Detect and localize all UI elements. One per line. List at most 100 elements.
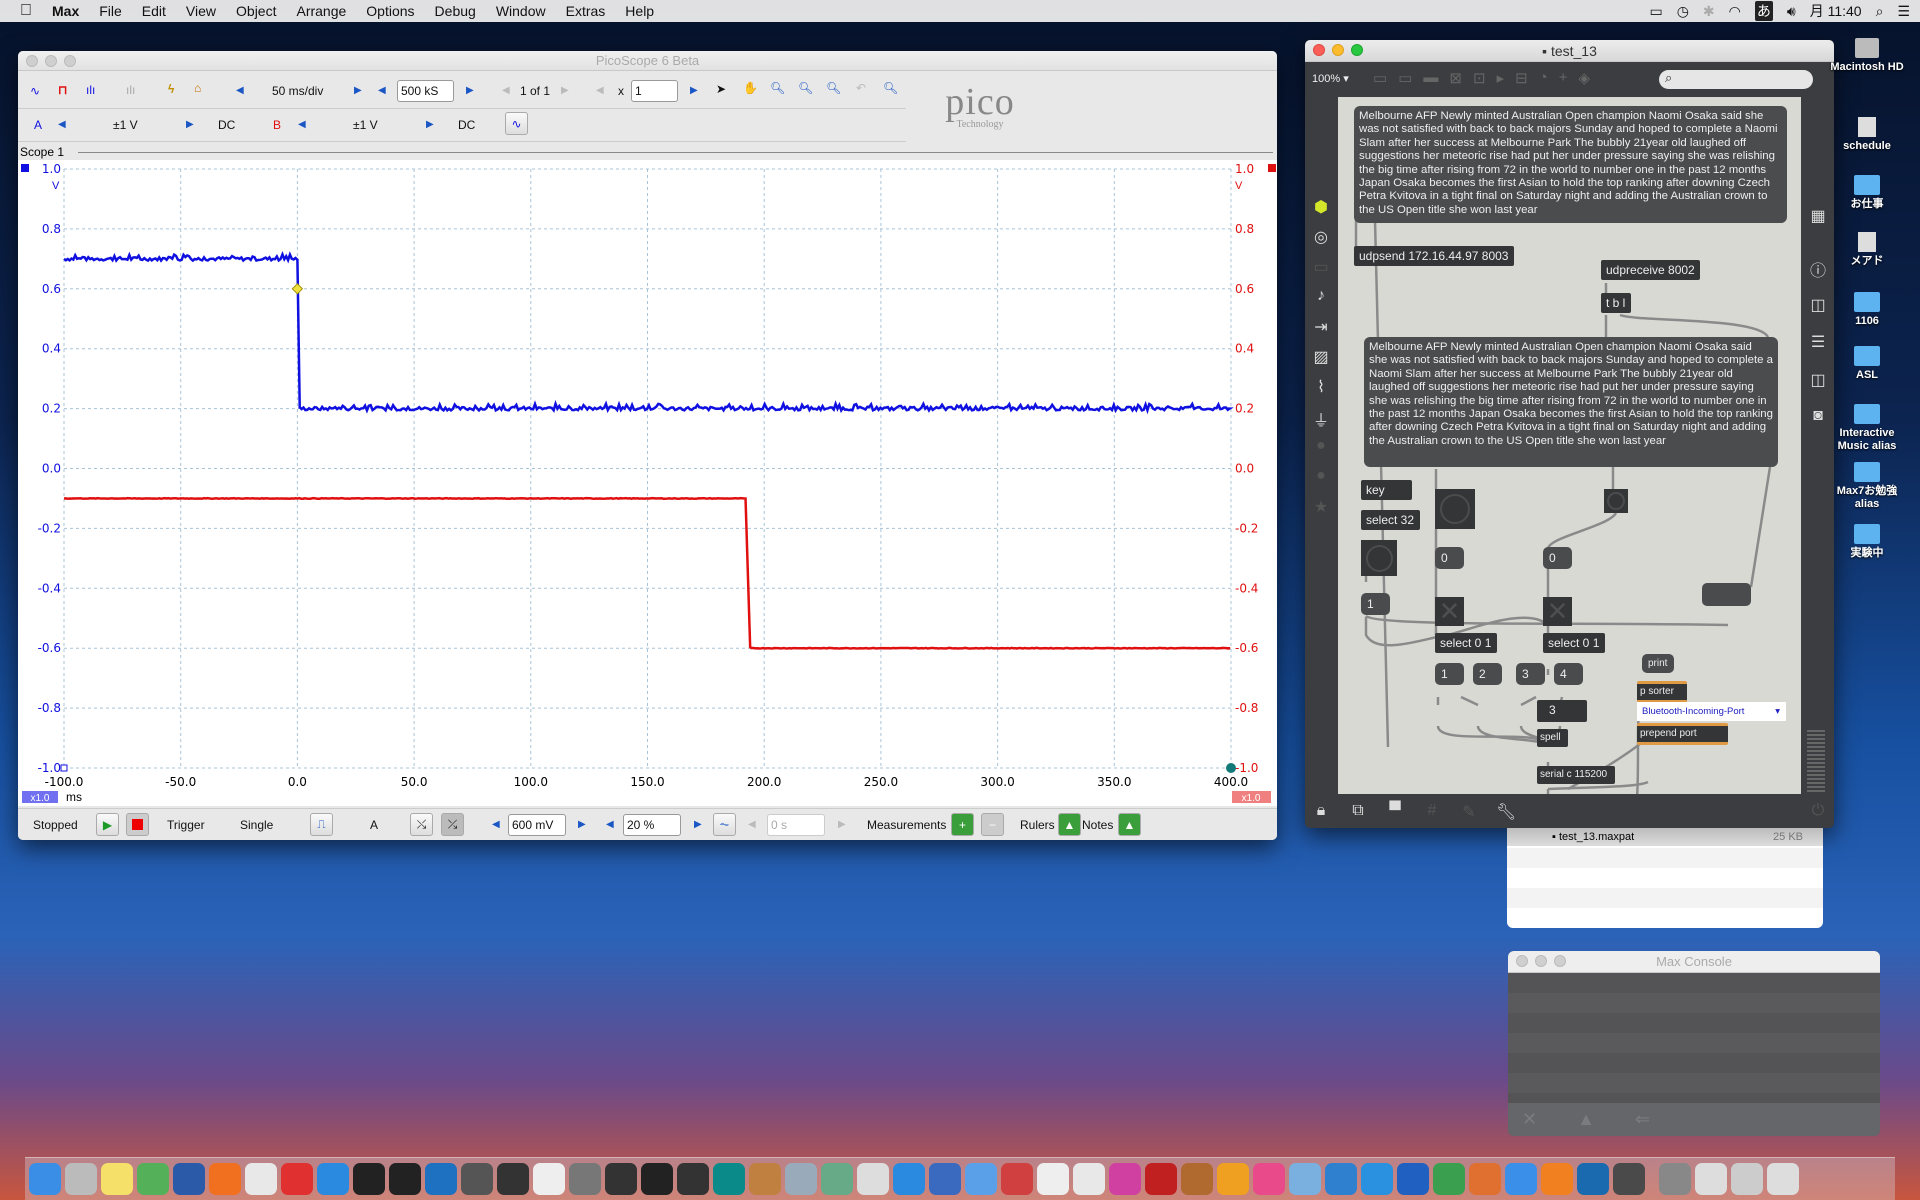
- delay-prev-arrow[interactable]: ◀: [748, 819, 756, 830]
- music-icon[interactable]: [1109, 1163, 1141, 1195]
- search-input[interactable]: ⌕: [1659, 70, 1813, 89]
- 8ball-icon[interactable]: [497, 1163, 529, 1195]
- falling-edge-button[interactable]: ⤰: [441, 813, 464, 836]
- channel-a-label[interactable]: A: [34, 118, 42, 132]
- trigger-delay-button[interactable]: ⏦: [713, 813, 736, 836]
- appstore-icon[interactable]: [1505, 1163, 1537, 1195]
- time-machine-icon[interactable]: ◷: [1677, 3, 1689, 20]
- vivaldi-icon[interactable]: [281, 1163, 313, 1195]
- desktop-icon-folder[interactable]: Max7お勉強 alias: [1827, 462, 1907, 511]
- music-icon[interactable]: ♪: [1311, 287, 1331, 305]
- scrivener-icon[interactable]: [461, 1163, 493, 1195]
- desktop-icon-folder[interactable]: ASL: [1827, 346, 1907, 382]
- sequence-icon[interactable]: ⇥: [1311, 317, 1331, 337]
- zoom-button[interactable]: [1351, 44, 1363, 56]
- channel-a-range[interactable]: ±1 V: [113, 118, 138, 132]
- clock[interactable]: 月 11:40: [1810, 1, 1862, 21]
- grid-icon[interactable]: ▦: [1808, 206, 1828, 226]
- minimize-button[interactable]: [45, 55, 57, 67]
- zoom-next-arrow[interactable]: ▶: [690, 85, 698, 96]
- volume-icon[interactable]: 🔊︎: [1787, 3, 1796, 20]
- desktop-icon-folder[interactable]: 1106: [1827, 292, 1907, 328]
- max-icon[interactable]: [353, 1163, 385, 1195]
- menu-edit[interactable]: Edit: [132, 3, 176, 19]
- message-box[interactable]: 2: [1473, 663, 1502, 685]
- toggle-icon[interactable]: ⊠: [1449, 69, 1462, 87]
- minimize-button[interactable]: [1535, 955, 1547, 967]
- info-icon[interactable]: ⓘ: [1808, 257, 1828, 281]
- zoom-factor-input[interactable]: 1: [631, 80, 678, 102]
- firefox-icon[interactable]: [209, 1163, 241, 1195]
- picoscope-icon[interactable]: [1397, 1163, 1429, 1195]
- pd-icon[interactable]: [533, 1163, 565, 1195]
- bang-button[interactable]: [1361, 540, 1397, 576]
- object-select-0-1[interactable]: select 0 1: [1435, 633, 1497, 653]
- object-udpreceive[interactable]: udpreceive 8002: [1601, 260, 1700, 280]
- timebase-next-arrow[interactable]: ▶: [354, 85, 362, 96]
- photos-icon[interactable]: [1289, 1163, 1321, 1195]
- maps-icon[interactable]: [137, 1163, 169, 1195]
- preview-icon[interactable]: [785, 1163, 817, 1195]
- package-icon[interactable]: ⬢: [1311, 197, 1331, 217]
- numbers-icon[interactable]: [1433, 1163, 1465, 1195]
- samples-input[interactable]: 500 kS: [397, 80, 454, 102]
- message-box-empty[interactable]: [1702, 583, 1751, 606]
- timebase-prev-arrow[interactable]: ◀: [236, 85, 244, 96]
- spectrum-options-icon[interactable]: ılı: [126, 83, 135, 97]
- airplay-icon[interactable]: ▭: [1649, 3, 1662, 20]
- message-box[interactable]: 3: [1516, 663, 1545, 685]
- menu-file[interactable]: File: [89, 3, 132, 19]
- virtualbox-icon[interactable]: [569, 1163, 601, 1195]
- input-method-icon[interactable]: あ: [1754, 1, 1773, 21]
- channel-b-range[interactable]: ±1 V: [353, 118, 378, 132]
- pdf-icon[interactable]: [641, 1163, 673, 1195]
- notes-button[interactable]: ▲: [1118, 813, 1141, 836]
- channel-b-range-prev[interactable]: ◀: [298, 119, 306, 130]
- threshold-prev-arrow[interactable]: ◀: [492, 819, 500, 830]
- camera-icon[interactable]: ◙: [1808, 407, 1828, 425]
- object-select-0-1[interactable]: select 0 1: [1543, 633, 1605, 653]
- columns-icon[interactable]: ◫: [1808, 295, 1828, 315]
- object-serial[interactable]: serial c 115200: [1537, 766, 1615, 784]
- zoom-button[interactable]: [1554, 955, 1566, 967]
- sysprefs-icon[interactable]: [1659, 1163, 1691, 1195]
- keynote-icon[interactable]: [929, 1163, 961, 1195]
- pages-icon[interactable]: [677, 1163, 709, 1195]
- chrome-icon[interactable]: [245, 1163, 277, 1195]
- warning-icon[interactable]: ▲: [1577, 1109, 1595, 1130]
- zoom-in-icon[interactable]: 🔍︎: [798, 81, 813, 95]
- timebase-value[interactable]: 50 ms/div: [272, 84, 323, 98]
- mail-icon[interactable]: [965, 1163, 997, 1195]
- clear-icon[interactable]: ✕: [1522, 1109, 1537, 1130]
- number-icon[interactable]: ▸: [1497, 69, 1505, 87]
- object-t-b-l[interactable]: t b l: [1601, 293, 1631, 313]
- close-button[interactable]: [1313, 44, 1325, 56]
- sourcetree-icon[interactable]: [173, 1163, 205, 1195]
- grid-toggle-icon[interactable]: #: [1422, 802, 1442, 820]
- comment-bubble-icon[interactable]: ▀: [1385, 802, 1405, 820]
- bang-button[interactable]: [1604, 489, 1628, 513]
- comment-text[interactable]: Melbourne AFP Newly minted Australian Op…: [1354, 106, 1787, 223]
- documents-icon[interactable]: [1731, 1163, 1763, 1195]
- time-ruler-handle-right[interactable]: [1226, 763, 1236, 773]
- console-log[interactable]: [1508, 973, 1880, 1103]
- dial-icon[interactable]: ◔: [1539, 69, 1548, 87]
- pretrigger-next-arrow[interactable]: ▶: [694, 819, 702, 830]
- buffer-next-arrow[interactable]: ▶: [561, 85, 569, 96]
- undo-zoom-icon[interactable]: ↶: [856, 81, 866, 95]
- plug-icon[interactable]: ⏚: [1311, 407, 1331, 431]
- menu-object[interactable]: Object: [226, 3, 286, 19]
- notification-center-icon[interactable]: ☰: [1897, 3, 1910, 20]
- dropbox-icon[interactable]: [893, 1163, 925, 1195]
- plus-icon[interactable]: +: [1559, 69, 1568, 87]
- presentation-icon[interactable]: ⧉: [1348, 802, 1368, 820]
- menu-arrange[interactable]: Arrange: [286, 3, 356, 19]
- menu-max[interactable]: Max: [42, 3, 89, 19]
- start-button[interactable]: ▶: [96, 813, 119, 836]
- object-udpsend[interactable]: udpsend 172.16.44.97 8003: [1354, 246, 1514, 266]
- textedit-icon[interactable]: [1037, 1163, 1069, 1195]
- back-icon[interactable]: ⇐: [1635, 1109, 1650, 1130]
- apple-menu-icon[interactable]: : [0, 2, 42, 20]
- probe-icon[interactable]: ϟ: [168, 82, 174, 96]
- beap-icon[interactable]: ●: [1311, 467, 1331, 485]
